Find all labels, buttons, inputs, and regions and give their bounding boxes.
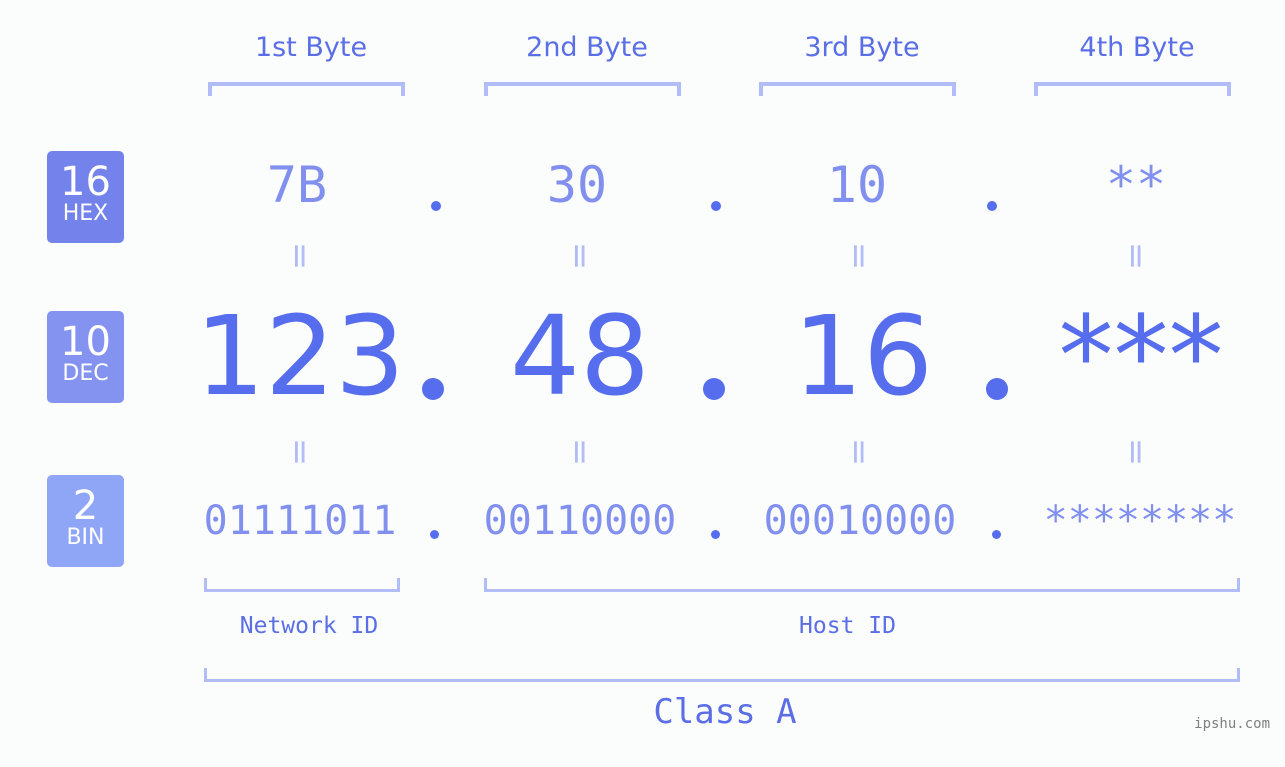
- dec-byte-2: 48: [510, 292, 650, 420]
- host-id-label: Host ID: [799, 613, 896, 639]
- bin-dot-2: [711, 530, 720, 539]
- dec-badge-label: DEC: [62, 361, 109, 386]
- byte-bracket-1: [208, 82, 405, 96]
- hex-byte-3: 10: [826, 156, 888, 214]
- equals-icon: =: [280, 437, 320, 467]
- hex-dot-3: [987, 201, 997, 211]
- equals-icon: =: [560, 241, 600, 271]
- hex-badge-label: HEX: [62, 201, 109, 226]
- hex-badge: 16 HEX: [47, 151, 124, 243]
- class-bracket: [204, 668, 1240, 682]
- bin-byte-2: 00110000: [483, 498, 677, 544]
- network-id-label: Network ID: [239, 613, 379, 639]
- equals-icon: =: [280, 241, 320, 271]
- host-id-bracket: [484, 578, 1240, 592]
- byte-bracket-3: [759, 82, 956, 96]
- dec-dot-2: [703, 378, 725, 400]
- dec-dot-1: [422, 378, 444, 400]
- network-id-bracket: [204, 578, 400, 592]
- equals-icon: =: [1116, 437, 1156, 467]
- bin-byte-1: 01111011: [203, 498, 397, 544]
- bin-badge-number: 2: [72, 483, 99, 529]
- watermark: ipshu.com: [1194, 716, 1270, 732]
- hex-byte-4: **: [1105, 156, 1167, 214]
- bin-byte-3: 00010000: [763, 498, 957, 544]
- dec-byte-1: 123: [195, 292, 405, 420]
- hex-dot-2: [711, 201, 721, 211]
- byte-header-3: 3rd Byte: [804, 32, 920, 63]
- equals-icon: =: [1116, 241, 1156, 271]
- bin-dot-1: [430, 530, 439, 539]
- hex-byte-1: 7B: [266, 156, 328, 214]
- hex-byte-2: 30: [546, 156, 608, 214]
- bin-badge-label: BIN: [66, 525, 105, 550]
- dec-byte-3: 16: [793, 292, 933, 420]
- bin-dot-3: [992, 530, 1001, 539]
- byte-header-2: 2nd Byte: [526, 32, 648, 63]
- byte-header-4: 4th Byte: [1079, 32, 1195, 63]
- byte-bracket-2: [484, 82, 681, 96]
- equals-icon: =: [839, 241, 879, 271]
- dec-dot-3: [986, 378, 1008, 400]
- hex-dot-1: [431, 201, 441, 211]
- hex-badge-number: 16: [60, 159, 111, 205]
- byte-bracket-4: [1034, 82, 1231, 96]
- class-label: Class A: [653, 692, 797, 732]
- byte-header-1: 1st Byte: [254, 32, 368, 63]
- dec-badge: 10 DEC: [47, 311, 124, 403]
- bin-byte-4: ********: [1043, 498, 1237, 544]
- dec-byte-4: ***: [1058, 292, 1224, 420]
- equals-icon: =: [839, 437, 879, 467]
- dec-badge-number: 10: [60, 319, 111, 365]
- bin-badge: 2 BIN: [47, 475, 124, 567]
- equals-icon: =: [560, 437, 600, 467]
